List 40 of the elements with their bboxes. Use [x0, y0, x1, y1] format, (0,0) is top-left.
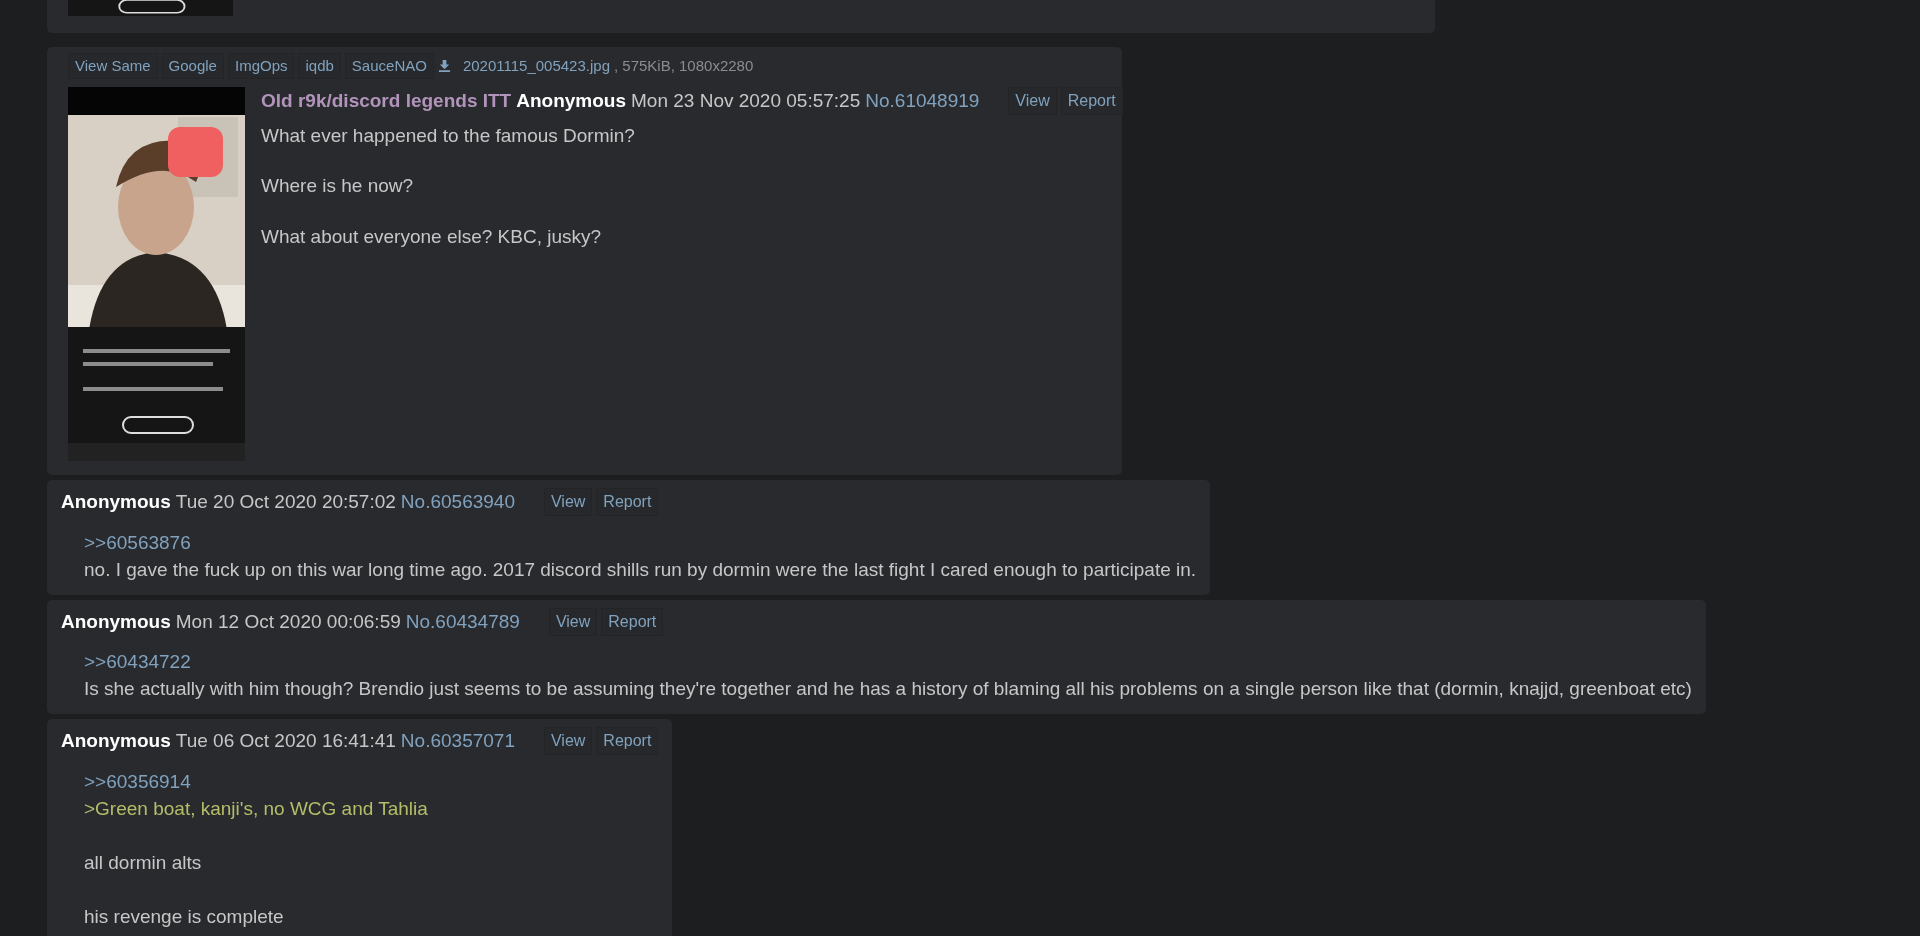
- poster-name: Anonymous: [516, 89, 626, 113]
- post-date: Tue 20 Oct 2020 20:57:02: [175, 490, 396, 514]
- quote-link[interactable]: >>60563876: [84, 528, 1197, 556]
- poster-name: Anonymous: [61, 609, 171, 634]
- image-search-link[interactable]: Google: [161, 52, 224, 79]
- post-subject: Old r9k/discord legends ITT: [261, 89, 512, 113]
- report-button[interactable]: Report: [596, 727, 659, 756]
- post-text: What ever happened to the famous Dormin?: [261, 123, 636, 148]
- post-text: What about everyone else? KBC, jusky?: [261, 225, 603, 249]
- post-text: his revenge is complete: [84, 904, 285, 929]
- report-button[interactable]: Report: [1060, 87, 1123, 116]
- report-button[interactable]: Report: [596, 488, 659, 517]
- poster-name: Anonymous: [61, 729, 171, 753]
- post-number-link[interactable]: No.60563940: [400, 488, 515, 517]
- view-button[interactable]: View: [548, 607, 598, 636]
- view-button[interactable]: View: [1008, 87, 1057, 116]
- image-search-link[interactable]: iqdb: [298, 52, 341, 79]
- poster-name: Anonymous: [61, 490, 171, 514]
- image-search-link[interactable]: SauceNAO: [344, 52, 434, 79]
- file-name-link[interactable]: 20201115_005423.jpg: [462, 54, 610, 77]
- post-text: Where is he now?: [261, 174, 415, 198]
- post-text: all dormin alts: [84, 850, 203, 875]
- post-text: no. I gave the fuck up on this war long time ago. 2017 discord shills run by dormin were the last fight I cared enough to participate in.: [84, 557, 1197, 582]
- quote-link[interactable]: >>60434722: [84, 648, 1692, 675]
- view-button[interactable]: View: [543, 727, 593, 756]
- greentext-line: >Green boat, kanji's, no WCG and Tahlia: [84, 796, 429, 821]
- download-icon[interactable]: [437, 59, 451, 73]
- post-date: Mon 12 Oct 2020 00:06:59: [175, 609, 401, 634]
- image-search-link[interactable]: ImgOps: [227, 52, 295, 79]
- view-button[interactable]: View: [543, 488, 593, 517]
- post-number-link[interactable]: No.60434789: [405, 607, 520, 636]
- report-button[interactable]: Report: [601, 607, 664, 636]
- post-number-link[interactable]: No.61048919: [865, 87, 980, 116]
- file-info: , 575KiB, 1080x2280: [614, 55, 754, 76]
- post-text: Is she actually with him though? Brendio just seems to be assuming they're together and he has a history of blaming all his problems on a single person like that (dormin, knajjd, greenboat etc): [84, 677, 1692, 701]
- post-date: Mon 23 Nov 2020 05:57:25: [631, 89, 861, 113]
- image-search-link[interactable]: View Same: [68, 52, 158, 79]
- post-number-link[interactable]: No.60357071: [400, 727, 515, 756]
- post-date: Tue 06 Oct 2020 16:41:41: [175, 729, 396, 753]
- quote-link[interactable]: >>60356914: [84, 767, 659, 795]
